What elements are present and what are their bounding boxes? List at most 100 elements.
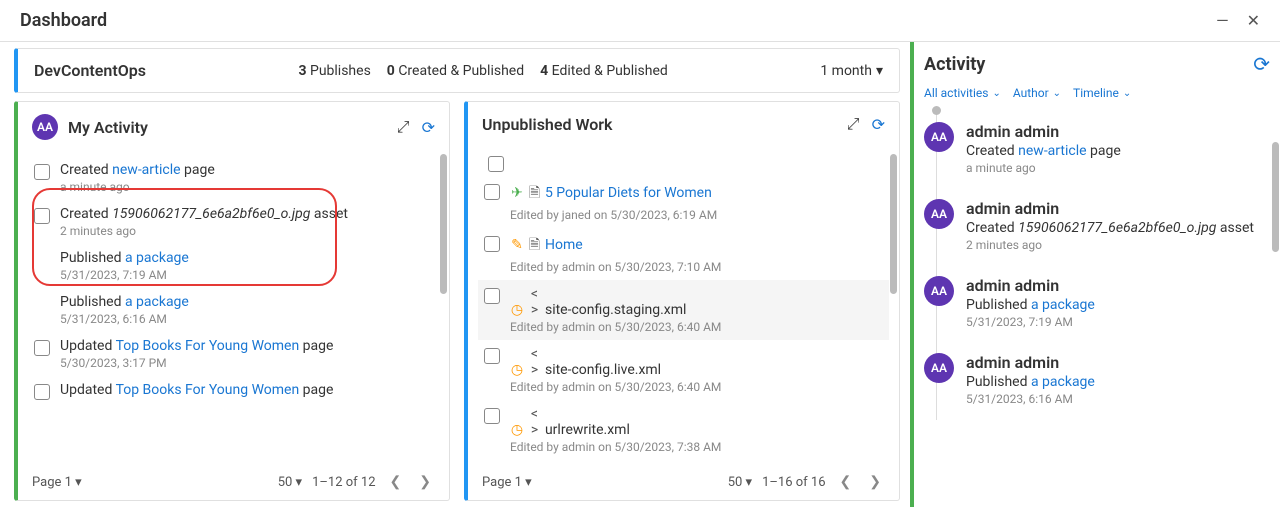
pagination: Page 1 ▾ 50 ▾ 1–12 of 12 ❮ ❯ [18, 464, 449, 500]
page-title: Dashboard [20, 10, 107, 31]
page-select[interactable]: Page 1 ▾ [32, 475, 82, 490]
per-page-select[interactable]: 50 ▾ [278, 475, 302, 490]
close-icon[interactable]: ✕ [1247, 13, 1260, 29]
item-link[interactable]: a package [125, 294, 189, 310]
timeline-start-dot [932, 106, 941, 115]
stat: 4 Edited & Published [540, 63, 668, 79]
filter-timeline[interactable]: Timeline ⌄ [1073, 86, 1131, 100]
activity-item: AAadmin adminPublished a package5/31/202… [946, 343, 1270, 420]
list-item: ✎ 🗎 HomeEdited by admin on 5/30/2023, 7:… [478, 228, 889, 280]
page-icon: 🗎 [527, 182, 541, 206]
unpublished-panel: Unpublished Work ⤢ ⟳ ✈ 🗎 5 Popular Diets… [464, 101, 900, 501]
code-icon: < > [527, 406, 541, 438]
scrollbar[interactable] [440, 154, 447, 384]
checkbox[interactable] [484, 288, 500, 304]
site-summary-card: DevContentOps 3 Publishes 0 Created & Pub… [14, 48, 900, 93]
range-label: 1–16 of 16 [762, 475, 825, 490]
sidebar-title: Activity [924, 54, 985, 75]
date-range-label: 1 month [820, 63, 872, 79]
item-link[interactable]: a package [1031, 374, 1095, 390]
site-stats: 3 Publishes 0 Created & Published 4 Edited… [298, 63, 667, 79]
list-item: Updated Top Books For Young Women page [28, 376, 439, 406]
site-name: DevContentOps [34, 61, 146, 80]
checkbox[interactable] [484, 236, 500, 252]
avatar: AA [924, 122, 954, 152]
refresh-icon[interactable]: ⟳ [1253, 52, 1270, 76]
window-controls: — ✕ [1216, 13, 1260, 29]
page-select[interactable]: Page 1 ▾ [482, 475, 532, 490]
checkbox[interactable] [484, 408, 500, 424]
stat: 3 Publishes [298, 63, 370, 79]
filter-author[interactable]: Author ⌄ [1013, 86, 1061, 100]
next-page-icon[interactable]: ❯ [865, 472, 885, 492]
pagination: Page 1 ▾ 50 ▾ 1–16 of 16 ❮ ❯ [468, 464, 899, 500]
expand-icon[interactable]: ⤢ [397, 117, 410, 137]
chevron-down-icon: ⌄ [992, 88, 1000, 99]
avatar: AA [924, 353, 954, 383]
chevron-down-icon: ▾ [876, 63, 883, 79]
prev-page-icon[interactable]: ❮ [836, 472, 856, 492]
per-page-select[interactable]: 50 ▾ [728, 475, 752, 490]
checkbox[interactable] [484, 348, 500, 364]
item-link[interactable]: Home [545, 237, 583, 253]
scrollbar[interactable] [890, 154, 897, 384]
refresh-icon[interactable]: ⟳ [872, 115, 885, 134]
clock-icon: ◷ [510, 362, 524, 378]
list-item: Created 15906062177_6e6a2bf6e0_o.jpg ass… [28, 200, 439, 244]
checkbox[interactable] [34, 340, 50, 356]
prev-page-icon[interactable]: ❮ [386, 472, 406, 492]
chevron-down-icon: ⌄ [1123, 88, 1131, 99]
list-item: Published a package5/31/2023, 6:16 AM [28, 288, 439, 332]
list-item: ◷ < > site-config.staging.xmlEdited by a… [478, 280, 889, 340]
avatar: AA [924, 199, 954, 229]
code-icon: < > [527, 346, 541, 378]
stat: 0 Created & Published [387, 63, 524, 79]
user-name: admin admin [966, 276, 1095, 295]
list-item: Published a package5/31/2023, 7:19 AM [28, 244, 439, 288]
activity-item: AAadmin adminCreated new-article pagea m… [946, 112, 1270, 189]
checkbox[interactable] [34, 164, 50, 180]
panel-title: My Activity [68, 118, 148, 137]
activity-filters: All activities ⌄ Author ⌄ Timeline ⌄ [924, 86, 1270, 100]
item-link[interactable]: 5 Popular Diets for Women [545, 185, 712, 201]
checkbox[interactable] [34, 384, 50, 400]
chevron-down-icon: ⌄ [1053, 88, 1061, 99]
activity-sidebar: Activity ⟳ All activities ⌄ Author ⌄ Timel… [910, 42, 1280, 507]
checkbox[interactable] [34, 208, 50, 224]
date-range-picker[interactable]: 1 month ▾ [820, 63, 883, 79]
timestamp: a minute ago [966, 161, 1121, 175]
user-name: admin admin [966, 353, 1095, 372]
item-link[interactable]: new-article [112, 162, 180, 178]
expand-icon[interactable]: ⤢ [847, 114, 860, 134]
minimize-icon[interactable]: — [1216, 13, 1229, 29]
code-icon: < > [527, 286, 541, 318]
timestamp: 5/31/2023, 6:16 AM [966, 392, 1095, 406]
my-activity-panel: AA My Activity ⤢ ⟳ Created new-article p… [14, 101, 450, 501]
checkbox[interactable] [484, 184, 500, 200]
refresh-icon[interactable]: ⟳ [422, 118, 435, 137]
item-link[interactable]: new-article [1018, 143, 1086, 159]
item-link[interactable]: Top Books For Young Women [116, 382, 300, 398]
list-item: ✈ 🗎 5 Popular Diets for WomenEdited by j… [478, 176, 889, 228]
clock-icon: ◷ [510, 302, 524, 318]
list-item: ◷ < > urlrewrite.xmlEdited by admin on 5… [478, 400, 889, 460]
panel-title: Unpublished Work [482, 115, 613, 134]
send-icon: ✈ [510, 185, 524, 201]
item-link[interactable]: Top Books For Young Women [116, 338, 300, 354]
filter-all-activities[interactable]: All activities ⌄ [924, 86, 1001, 100]
titlebar: Dashboard — ✕ [0, 0, 1280, 42]
list-item: ◷ < > site-config.live.xmlEdited by admi… [478, 340, 889, 400]
activity-item: AAadmin adminPublished a package5/31/202… [946, 266, 1270, 343]
avatar: AA [924, 276, 954, 306]
user-name: admin admin [966, 122, 1121, 141]
timestamp: 2 minutes ago [966, 238, 1254, 252]
scrollbar[interactable] [1272, 142, 1279, 442]
page-icon: 🗎 [527, 234, 541, 258]
next-page-icon[interactable]: ❯ [415, 472, 435, 492]
timestamp: 5/31/2023, 7:19 AM [966, 315, 1095, 329]
item-link[interactable]: a package [125, 250, 189, 266]
select-all-checkbox[interactable] [488, 156, 504, 172]
clock-icon: ◷ [510, 422, 524, 438]
item-link[interactable]: a package [1031, 297, 1095, 313]
range-label: 1–12 of 12 [312, 475, 375, 490]
